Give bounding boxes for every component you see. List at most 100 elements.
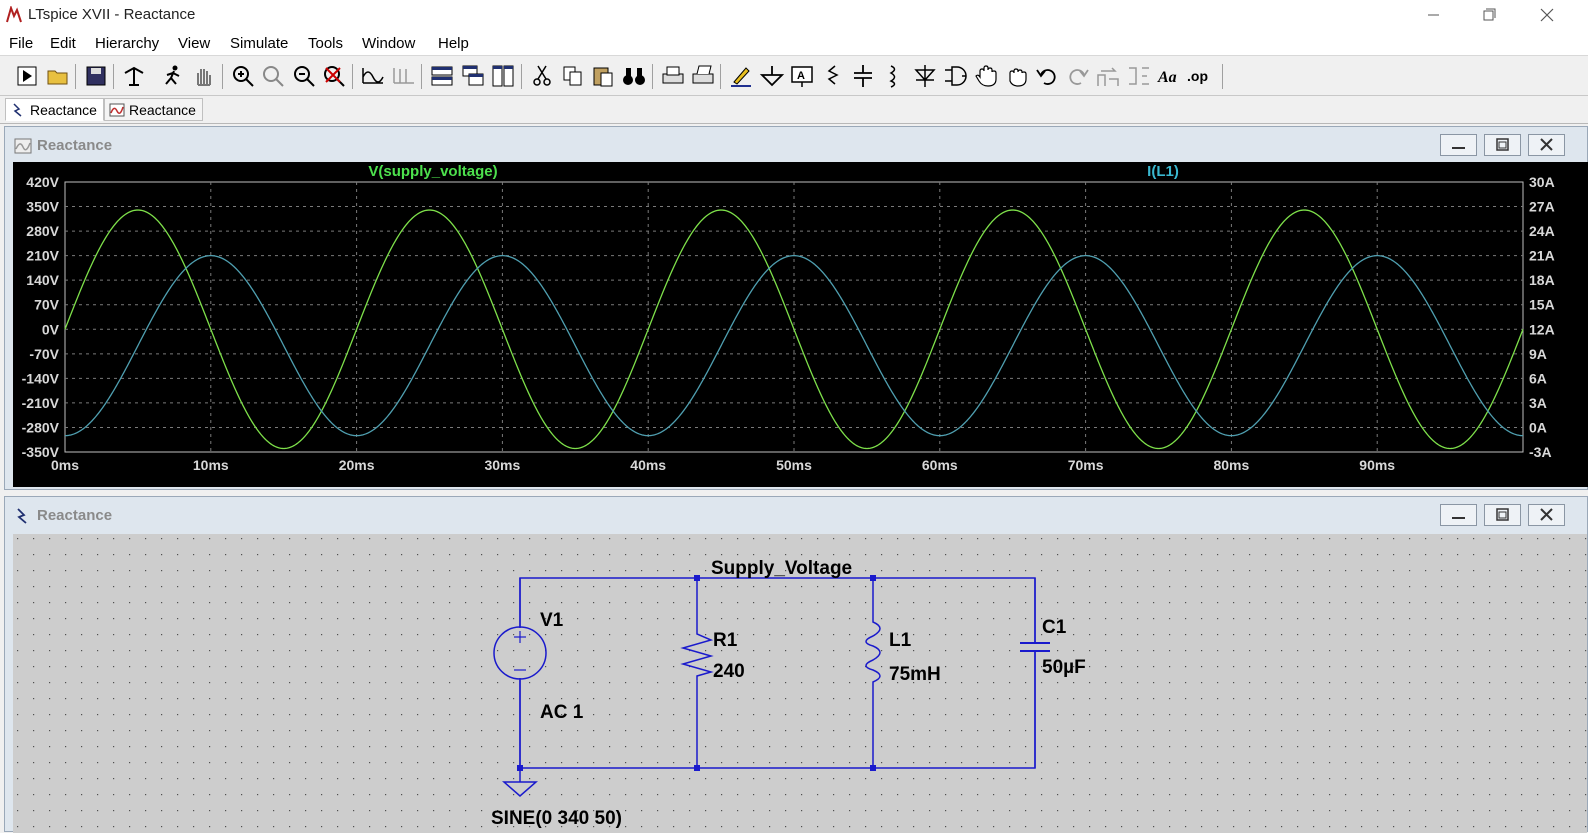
mark-button[interactable] [391,63,417,89]
schematic-close-button[interactable] [1528,504,1565,526]
tab-schematic[interactable]: Reactance [5,98,104,121]
waveform-chart: 420V 30A 350V 27A 280V 24A 210V 21A 140V 18A 70V 15… [22,163,1555,473]
menu-file[interactable]: File [9,35,33,52]
spice-directive-button[interactable]: .op [1187,63,1213,89]
v1-sine-label[interactable]: SINE(0 340 50) [491,808,622,829]
schematic-canvas[interactable]: Supply_Voltage V1 AC 1 SINE(0 340 50) R1… [13,534,1587,833]
menu-view[interactable]: View [178,35,210,52]
c1-ref-label[interactable]: C1 [1042,617,1067,638]
autorange-button[interactable] [360,63,386,89]
tab-waveform[interactable]: Reactance [104,98,203,121]
menu-help[interactable]: Help [438,35,469,52]
y-tick-right-label: 3A [1529,395,1547,411]
ground-button[interactable] [759,63,785,89]
zoom-out-button[interactable] [291,63,317,89]
maximize-icon [1496,508,1509,521]
toolbar-separator [352,64,353,89]
tile-horizontal-button[interactable] [429,63,455,89]
rotate-button[interactable] [1095,63,1121,89]
schematic-window-header: Reactance [5,497,1587,531]
waveform-plot[interactable]: 420V 30A 350V 27A 280V 24A 210V 21A 140V 18A 70V 15… [13,162,1588,487]
zoom-in-button[interactable] [230,63,256,89]
close-icon [1540,8,1554,22]
tile-vertical-button[interactable] [490,63,516,89]
c1-value-label[interactable]: 50µF [1042,657,1086,678]
title-bar: LTspice XVII - Reactance [0,0,1588,30]
print-preview-button[interactable] [660,63,686,89]
y-tick-right-label: 27A [1529,199,1555,215]
move-button[interactable] [973,63,999,89]
v1-ref-label[interactable]: V1 [540,610,564,631]
menu-edit[interactable]: Edit [50,35,76,52]
find-button[interactable] [621,63,647,89]
component-button[interactable] [942,63,968,89]
schematic-minimize-button[interactable] [1440,504,1477,526]
zoom-area-button[interactable] [260,63,286,89]
draw-wire-button[interactable] [728,63,754,89]
cut-button[interactable] [529,63,555,89]
save-button[interactable] [83,63,109,89]
minimize-icon [1452,517,1465,519]
zoom-cancel-button[interactable] [321,63,347,89]
menu-hierarchy[interactable]: Hierarchy [95,35,159,52]
paste-button[interactable] [590,63,616,89]
toolbar-separator [421,64,422,89]
zoom-out-icon [294,66,315,87]
pan-button[interactable] [190,63,216,89]
waveform-maximize-button[interactable] [1484,134,1521,156]
mirror-icon [1129,67,1149,85]
v1-value-label[interactable]: AC 1 [540,702,584,723]
waveform-close-button[interactable] [1528,134,1565,156]
trace-label-supply-voltage: V(supply_voltage) [368,163,497,180]
cascade-icon [462,65,484,86]
copy-button[interactable] [560,63,586,89]
menu-window[interactable]: Window [362,35,415,52]
mirror-button[interactable] [1126,63,1152,89]
schematic-window-title: Reactance [37,507,113,524]
y-tick-left-label: 210V [26,248,59,264]
menu-simulate[interactable]: Simulate [230,35,288,52]
open-icon [47,70,68,85]
run-button[interactable] [14,63,40,89]
l1-value-label[interactable]: 75mH [889,664,941,685]
r1-value-label[interactable]: 240 [713,661,745,682]
print-preview-icon [662,66,684,84]
y-tick-left-label: 350V [26,199,59,215]
print-button[interactable] [690,63,716,89]
diode-button[interactable] [912,63,938,89]
minimize-button[interactable] [1410,0,1456,30]
capacitor-button[interactable] [850,63,876,89]
control-panel-button[interactable] [121,63,147,89]
r1-ref-label[interactable]: R1 [713,630,738,651]
cascade-button[interactable] [460,63,486,89]
menu-tools[interactable]: Tools [308,35,343,52]
copy-icon [563,66,582,86]
undo-button[interactable] [1034,63,1060,89]
net-label-supply-voltage[interactable]: Supply_Voltage [711,558,852,579]
l1-ref-label[interactable]: L1 [889,630,912,651]
halt-button[interactable] [160,63,186,89]
schematic-maximize-button[interactable] [1484,504,1521,526]
resistor-button[interactable] [820,63,846,89]
x-tick-label: 90ms [1359,457,1395,473]
waveform-icon [14,138,32,154]
drag-button[interactable] [1004,63,1030,89]
svg-text:A: A [797,70,805,82]
restore-button[interactable] [1466,0,1512,30]
close-button[interactable] [1524,0,1570,30]
label-net-button[interactable]: A [789,63,815,89]
waveform-minimize-button[interactable] [1440,134,1477,156]
drag-icon [1009,68,1027,87]
tile-horizontal-icon [431,66,453,86]
inductor-button[interactable] [880,63,906,89]
save-icon [86,66,106,86]
document-tabs: Reactance Reactance [0,96,1588,124]
spice-directive-icon: .op [1187,68,1208,84]
open-button[interactable] [45,63,71,89]
schematic-window: Reactance Supply_Voltage V1 AC 1 SINE(0 … [4,496,1588,833]
text-button[interactable]: Aa [1157,63,1183,89]
redo-icon [1069,69,1089,85]
redo-button[interactable] [1065,63,1091,89]
toolbar-separator [222,64,223,89]
control-panel-icon [124,66,144,86]
